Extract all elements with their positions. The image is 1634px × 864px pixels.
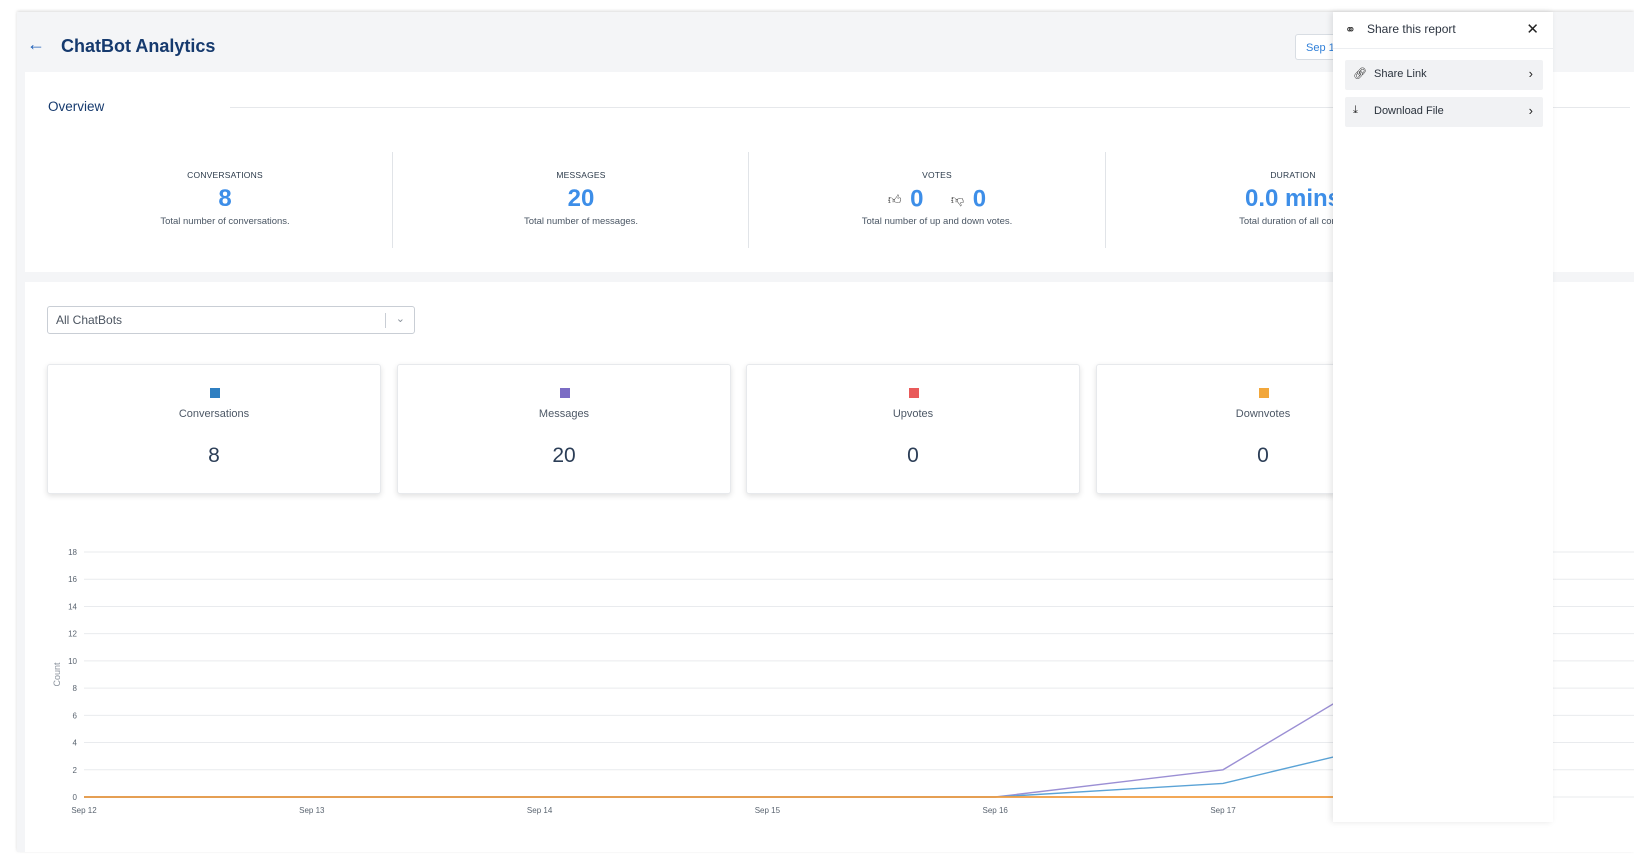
- y-tick-label: 4: [73, 739, 78, 748]
- stat-description: Total number of messages.: [523, 216, 639, 227]
- card-value: 8: [208, 444, 220, 467]
- stat-votes: VOTES 👍︎ 0 👎︎ 0 Total number of up and d…: [759, 152, 1115, 248]
- overview-title: Overview: [48, 99, 105, 114]
- card-value: 20: [552, 444, 576, 467]
- card-label: Conversations: [178, 408, 250, 420]
- thumbs-up-icon: 👍︎: [887, 191, 902, 207]
- select-separator: [385, 313, 386, 328]
- share-link-button[interactable]: 🔗︎ Share Link ›: [1345, 60, 1543, 90]
- back-arrow-icon[interactable]: ←: [27, 34, 47, 54]
- page-title: ChatBot Analytics: [61, 36, 216, 56]
- stat-divider: [748, 152, 749, 248]
- x-tick-label: Sep 15: [755, 806, 781, 815]
- y-tick-label: 0: [73, 793, 78, 802]
- legend-swatch: [909, 388, 919, 398]
- chatbot-select-value: All ChatBots: [56, 313, 123, 327]
- votes-values: 👍︎ 0 👎︎ 0: [759, 185, 1115, 214]
- stat-conversations: CONVERSATIONS 8 Total number of conversa…: [47, 152, 403, 248]
- legend-swatch: [1259, 388, 1269, 398]
- y-tick-label: 18: [68, 548, 77, 557]
- stat-divider: [392, 152, 393, 248]
- upvote-count: 0: [910, 185, 924, 213]
- stat-divider: [1105, 152, 1106, 248]
- downvote-count: 0: [972, 185, 987, 213]
- y-tick-label: 12: [68, 630, 77, 639]
- card-upvotes[interactable]: Upvotes 0: [746, 364, 1080, 494]
- share-link-label: Share Link: [1374, 68, 1427, 80]
- share-panel-title: Share this report: [1367, 22, 1456, 36]
- x-tick-label: Sep 17: [1210, 806, 1236, 815]
- x-tick-label: Sep 16: [983, 806, 1009, 815]
- chatbot-select[interactable]: All ChatBots ⌄: [47, 306, 415, 334]
- close-icon[interactable]: ✕: [1526, 20, 1539, 38]
- download-file-label: Download File: [1374, 105, 1444, 117]
- download-file-button[interactable]: ⤓ Download File ›: [1345, 97, 1543, 127]
- stat-label: CONVERSATIONS: [187, 170, 263, 180]
- legend-swatch: [210, 388, 220, 398]
- x-tick-label: Sep 12: [71, 806, 97, 815]
- legend-swatch: [560, 388, 570, 398]
- chevron-right-icon: ›: [1528, 66, 1533, 81]
- card-label: Upvotes: [892, 408, 934, 420]
- y-tick-label: 8: [73, 684, 78, 693]
- stat-value: 20: [567, 185, 595, 212]
- x-tick-label: Sep 14: [527, 806, 553, 815]
- stat-description: Total number of up and down votes.: [861, 216, 1013, 227]
- download-icon: ⤓: [1353, 104, 1358, 116]
- stat-value: 8: [218, 185, 232, 212]
- stat-label: VOTES: [922, 170, 952, 180]
- series-line-conversations: [84, 728, 1451, 798]
- thumbs-down-icon: 👎︎: [950, 191, 965, 207]
- card-conversations[interactable]: Conversations 8: [47, 364, 381, 494]
- stat-messages: MESSAGES 20 Total number of messages.: [403, 152, 759, 248]
- card-messages[interactable]: Messages 20: [397, 364, 731, 494]
- link-icon: 🔗︎: [1353, 68, 1367, 80]
- share-icon: ⚭: [1345, 22, 1356, 37]
- y-tick-label: 6: [73, 711, 78, 720]
- y-tick-label: 10: [68, 657, 77, 666]
- card-value: 0: [907, 444, 919, 467]
- chevron-down-icon[interactable]: ⌄: [396, 312, 405, 325]
- y-tick-label: 14: [68, 602, 77, 611]
- y-tick-label: 2: [73, 766, 78, 775]
- share-panel-header: ⚭ Share this report ✕: [1333, 12, 1553, 49]
- y-tick-label: 16: [68, 575, 77, 584]
- chevron-right-icon: ›: [1528, 103, 1533, 118]
- share-panel: ⚭ Share this report ✕ 🔗︎ Share Link › ⤓ …: [1333, 12, 1553, 822]
- stat-label: MESSAGES: [556, 170, 606, 180]
- y-axis-label: Count: [52, 662, 62, 687]
- stat-description: Total number of conversations.: [160, 216, 290, 227]
- card-label: Messages: [538, 408, 590, 420]
- x-tick-label: Sep 13: [299, 806, 325, 815]
